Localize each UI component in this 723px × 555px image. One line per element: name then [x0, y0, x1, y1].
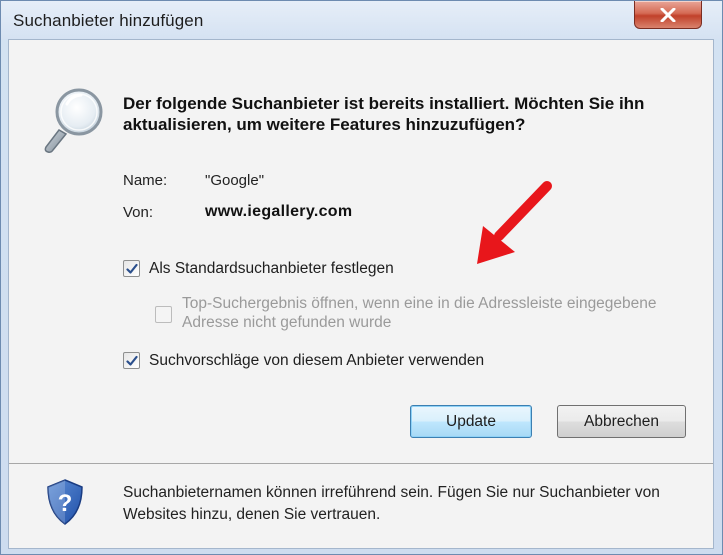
title-bar[interactable]: Suchanbieter hinzufügen: [1, 1, 722, 39]
name-label: Name:: [123, 172, 168, 189]
dialog-heading: Der folgende Suchanbieter ist bereits in…: [123, 94, 645, 134]
from-value: www.iegallery.com: [205, 203, 353, 220]
name-value: "Google": [205, 172, 265, 189]
close-button[interactable]: [634, 1, 702, 29]
dialog-client-area: Der folgende Suchanbieter ist bereits in…: [8, 39, 714, 549]
svg-text:?: ?: [58, 490, 73, 517]
shield-question-icon: ?: [47, 479, 83, 525]
window-title: Suchanbieter hinzufügen: [13, 11, 204, 30]
dialog-content: Der folgende Suchanbieter ist bereits in…: [9, 40, 713, 463]
update-button[interactable]: Update: [410, 405, 532, 438]
checkmark-icon: [125, 263, 138, 274]
footer-warning-text: Suchanbieternamen können irreführend sei…: [123, 484, 660, 523]
from-label: Von:: [123, 204, 154, 221]
top-result-label: Top-Suchergebnis öffnen, wenn eine in di…: [182, 295, 657, 331]
top-result-checkbox[interactable]: [155, 306, 172, 323]
close-icon: [660, 7, 676, 22]
cancel-button[interactable]: Abbrechen: [557, 405, 686, 438]
default-provider-label[interactable]: Als Standardsuchanbieter festlegen: [149, 259, 394, 278]
red-arrow-annotation: [477, 181, 552, 264]
suggestions-label[interactable]: Suchvorschläge von diesem Anbieter verwe…: [149, 351, 484, 370]
dialog-window: Suchanbieter hinzufügen Der folgende Suc…: [0, 0, 723, 555]
dialog-footer: ? Suchanbieternamen können irreführend s…: [9, 463, 713, 548]
suggestions-checkbox[interactable]: [123, 352, 140, 369]
checkmark-icon: [125, 355, 138, 366]
search-icon: [44, 88, 103, 153]
default-provider-checkbox[interactable]: [123, 260, 140, 277]
